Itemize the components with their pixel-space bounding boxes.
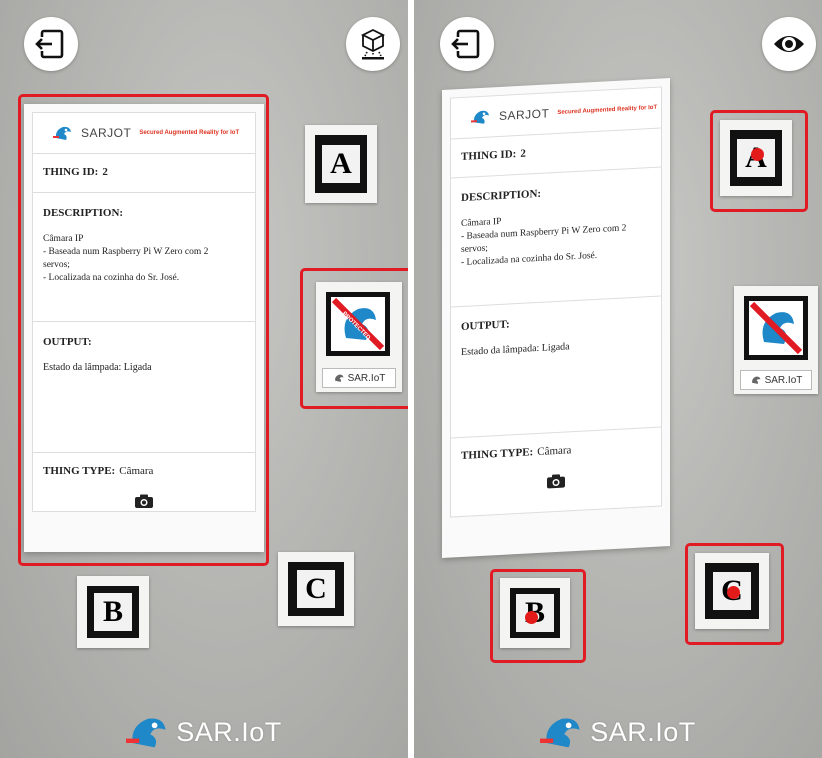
protected-stamp-icon: [749, 301, 803, 355]
sariot-logo-icon: [334, 374, 344, 382]
thing-id-label: THING ID:: [461, 148, 517, 164]
camera-icon: [547, 474, 565, 489]
output-section: OUTPUT: Estado da lâmpada: Ligada: [451, 296, 661, 439]
protected-image: [744, 296, 808, 360]
ar-cube-icon: [360, 28, 386, 60]
marker-c-letter: C: [297, 570, 335, 608]
exit-icon: [451, 29, 480, 59]
description-label: DESCRIPTION:: [461, 187, 542, 205]
card-tagline: Secured Augmented Reality for IoT: [557, 104, 658, 116]
footer-logo: SAR.IoT: [0, 712, 408, 752]
protected-marker-text: SAR.IoT: [347, 372, 386, 384]
sariot-mascot-icon: [540, 718, 580, 748]
marker-b-dot: [525, 611, 538, 624]
thing-type-value: Câmara: [537, 444, 572, 459]
thing-type-section: THING TYPE: Câmara: [451, 428, 661, 508]
marker-c: C: [278, 552, 354, 626]
thing-info-card: SARJOT Secured Augmented Reality for IoT…: [442, 78, 670, 558]
card-selection-box: [18, 94, 269, 566]
marker-a-frame: A: [315, 135, 367, 193]
protected-marker-label: SAR.IoT: [322, 368, 396, 388]
protected-marker-text: SAR.IoT: [764, 374, 803, 386]
protected-stamp-icon: PROTECTED: [331, 297, 385, 351]
ar-view-right: SARJOT Secured Augmented Reality for IoT…: [414, 0, 822, 758]
footer-brand-name: SAR.IoT: [590, 716, 696, 747]
marker-b-letter: B: [94, 593, 132, 631]
eye-icon: [774, 36, 804, 52]
marker-c-frame: C: [288, 562, 344, 616]
camera-button[interactable]: [461, 454, 651, 499]
protected-marker: SAR.IoT: [734, 286, 818, 394]
marker-c-dot: [727, 586, 740, 599]
marker-a-dot: [751, 148, 764, 161]
marker-a: A: [305, 125, 377, 203]
marker-b: B: [77, 576, 149, 648]
marker-a-letter: A: [322, 145, 360, 183]
sariot-logo-icon: [471, 110, 489, 124]
output-value: Estado da lâmpada: Ligada: [461, 341, 570, 359]
exit-button[interactable]: [440, 17, 494, 71]
ar-view-left: SARJOT Secured Augmented Reality for IoT…: [0, 0, 408, 758]
exit-button[interactable]: [24, 17, 78, 71]
footer-brand-name: SAR.IoT: [176, 716, 282, 747]
footer-logo: SAR.IoT: [414, 712, 822, 752]
description-section: DESCRIPTION: Câmara IP - Baseada num Ras…: [451, 167, 661, 308]
protected-marker: PROTECTED SAR.IoT: [316, 282, 402, 392]
ar-mode-button[interactable]: [346, 17, 400, 71]
thing-type-label: THING TYPE:: [461, 446, 534, 463]
sariot-logo-icon: [751, 376, 761, 384]
protected-marker-label: SAR.IoT: [740, 370, 812, 390]
sariot-mascot-icon: [126, 718, 166, 748]
thing-id-value: 2: [520, 147, 526, 160]
protected-image: PROTECTED: [326, 292, 390, 356]
marker-b-frame: B: [87, 586, 139, 638]
exit-icon: [35, 29, 64, 59]
card-brand: SARJOT: [499, 106, 550, 124]
output-label: OUTPUT:: [461, 318, 510, 334]
view-mode-button[interactable]: [762, 17, 816, 71]
description-text: Câmara IP - Baseada num Raspberry Pi W Z…: [461, 208, 651, 270]
